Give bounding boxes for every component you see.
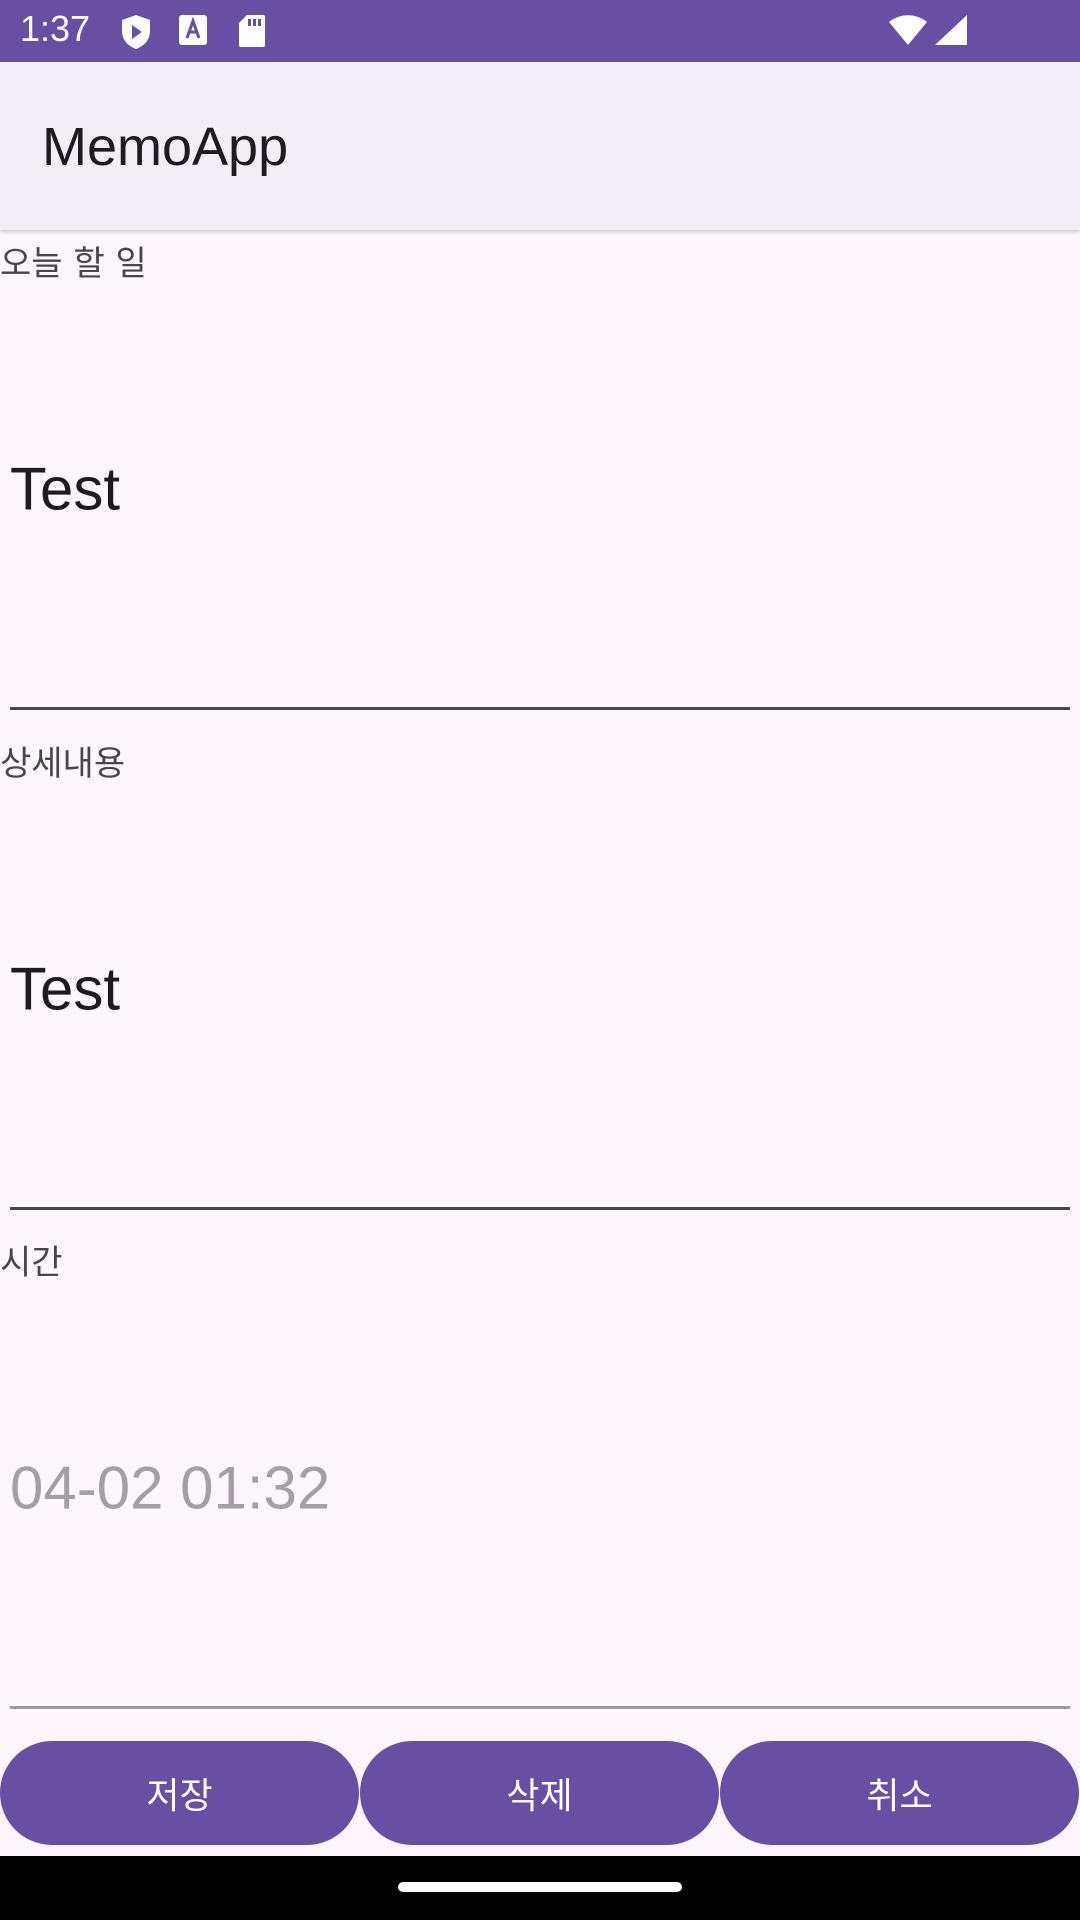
todo-value: Test [10,455,121,522]
delete-button[interactable]: 삭제 [360,1741,719,1845]
save-button[interactable]: 저장 [0,1741,359,1845]
home-gesture-handle[interactable] [398,1882,682,1892]
app-bar: MemoApp [0,62,1080,230]
detail-value: Test [10,955,121,1022]
time-value: 04-02 01:32 [10,1454,331,1521]
status-bar: 1:37 [0,0,1080,62]
navigation-bar [0,1856,1080,1920]
play-protect-icon [122,15,150,49]
status-time: 1:37 [20,8,91,49]
cancel-button[interactable]: 취소 [720,1741,1079,1845]
signal-icon [935,15,967,45]
wifi-icon [889,15,927,45]
todo-input[interactable]: Test [10,270,1070,710]
detail-input[interactable]: Test [10,770,1070,1210]
app-title: MemoApp [42,117,289,177]
time-input[interactable]: 04-02 01:32 [10,1269,1070,1709]
font-a-icon [179,15,207,45]
sd-card-icon [239,15,265,47]
